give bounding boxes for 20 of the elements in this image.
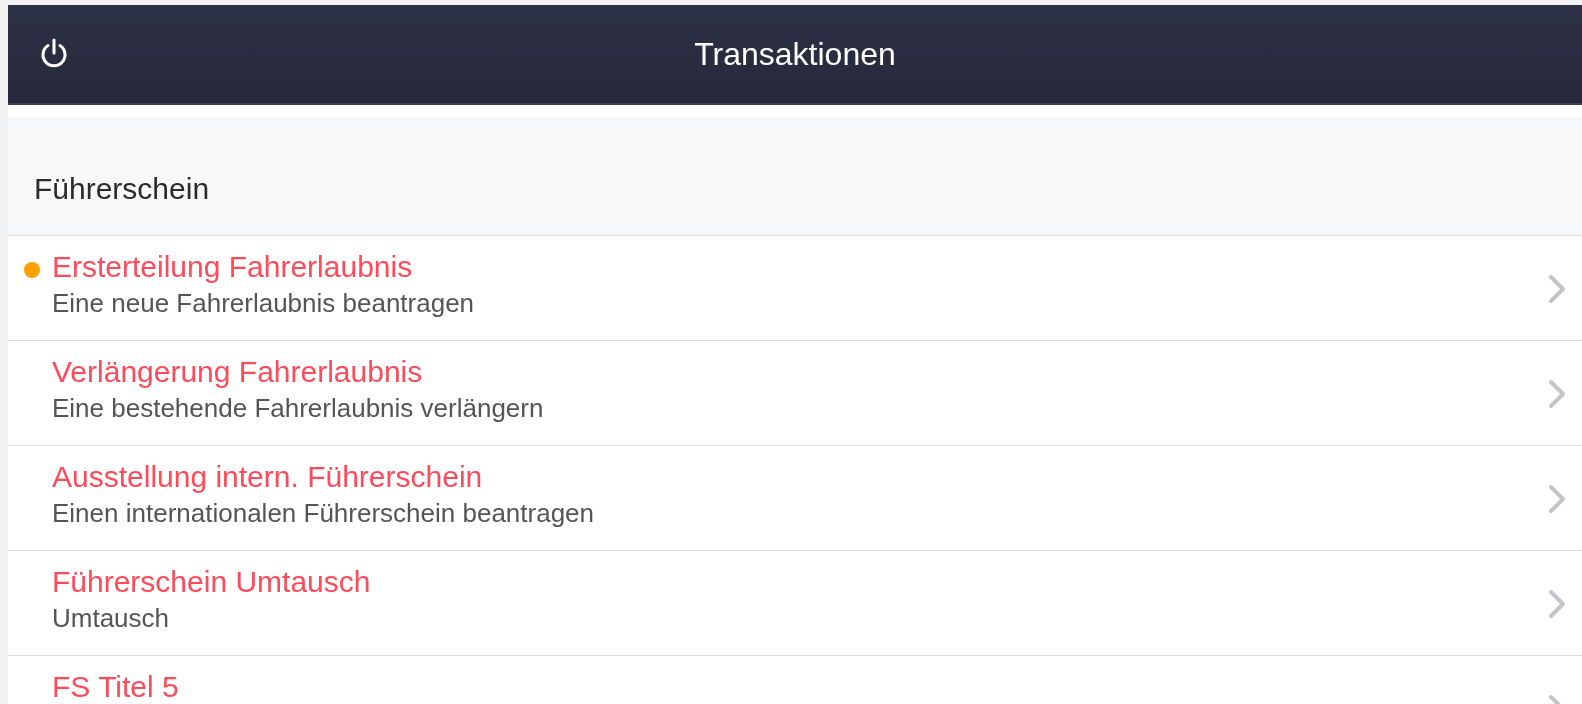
item-title: Führerschein Umtausch <box>52 564 371 600</box>
item-title: Ersterteilung Fahrerlaubnis <box>52 249 413 285</box>
item-subtitle: Umtausch <box>52 602 170 635</box>
list-item[interactable]: Verlängerung Fahrerlaubnis Eine bestehende Fahrerlaubnis verlängern <box>8 341 1582 446</box>
list-item[interactable]: Ersterteilung Fahrerlaubnis Eine neue Fahrerlaubnis beantragen <box>8 236 1582 341</box>
chevron-icon <box>1548 484 1566 514</box>
header-title: Transaktionen <box>694 35 896 74</box>
item-title: Ausstellung intern. Führerschein <box>52 459 483 495</box>
power-icon <box>39 38 69 70</box>
item-subtitle: Eine neue Fahrerlaubnis beantragen <box>52 287 475 320</box>
item-subtitle: Eine bestehende Fahrerlaubnis verlängern <box>52 392 544 425</box>
section-title: Führerschein <box>34 171 210 207</box>
chevron-icon <box>1548 379 1566 409</box>
item-subtitle: Einen internationalen Führerschein beantragen <box>52 497 595 530</box>
item-title: Verlängerung Fahrerlaubnis <box>52 354 423 390</box>
list-item[interactable]: Führerschein Umtausch Umtausch <box>8 551 1582 656</box>
item-title: FS Titel 5 <box>52 669 179 704</box>
chevron-icon <box>1548 274 1566 304</box>
chevron-icon <box>1548 589 1566 619</box>
list-item[interactable]: Ausstellung intern. Führerschein Einen internationalen Führerschein beantragen <box>8 446 1582 551</box>
